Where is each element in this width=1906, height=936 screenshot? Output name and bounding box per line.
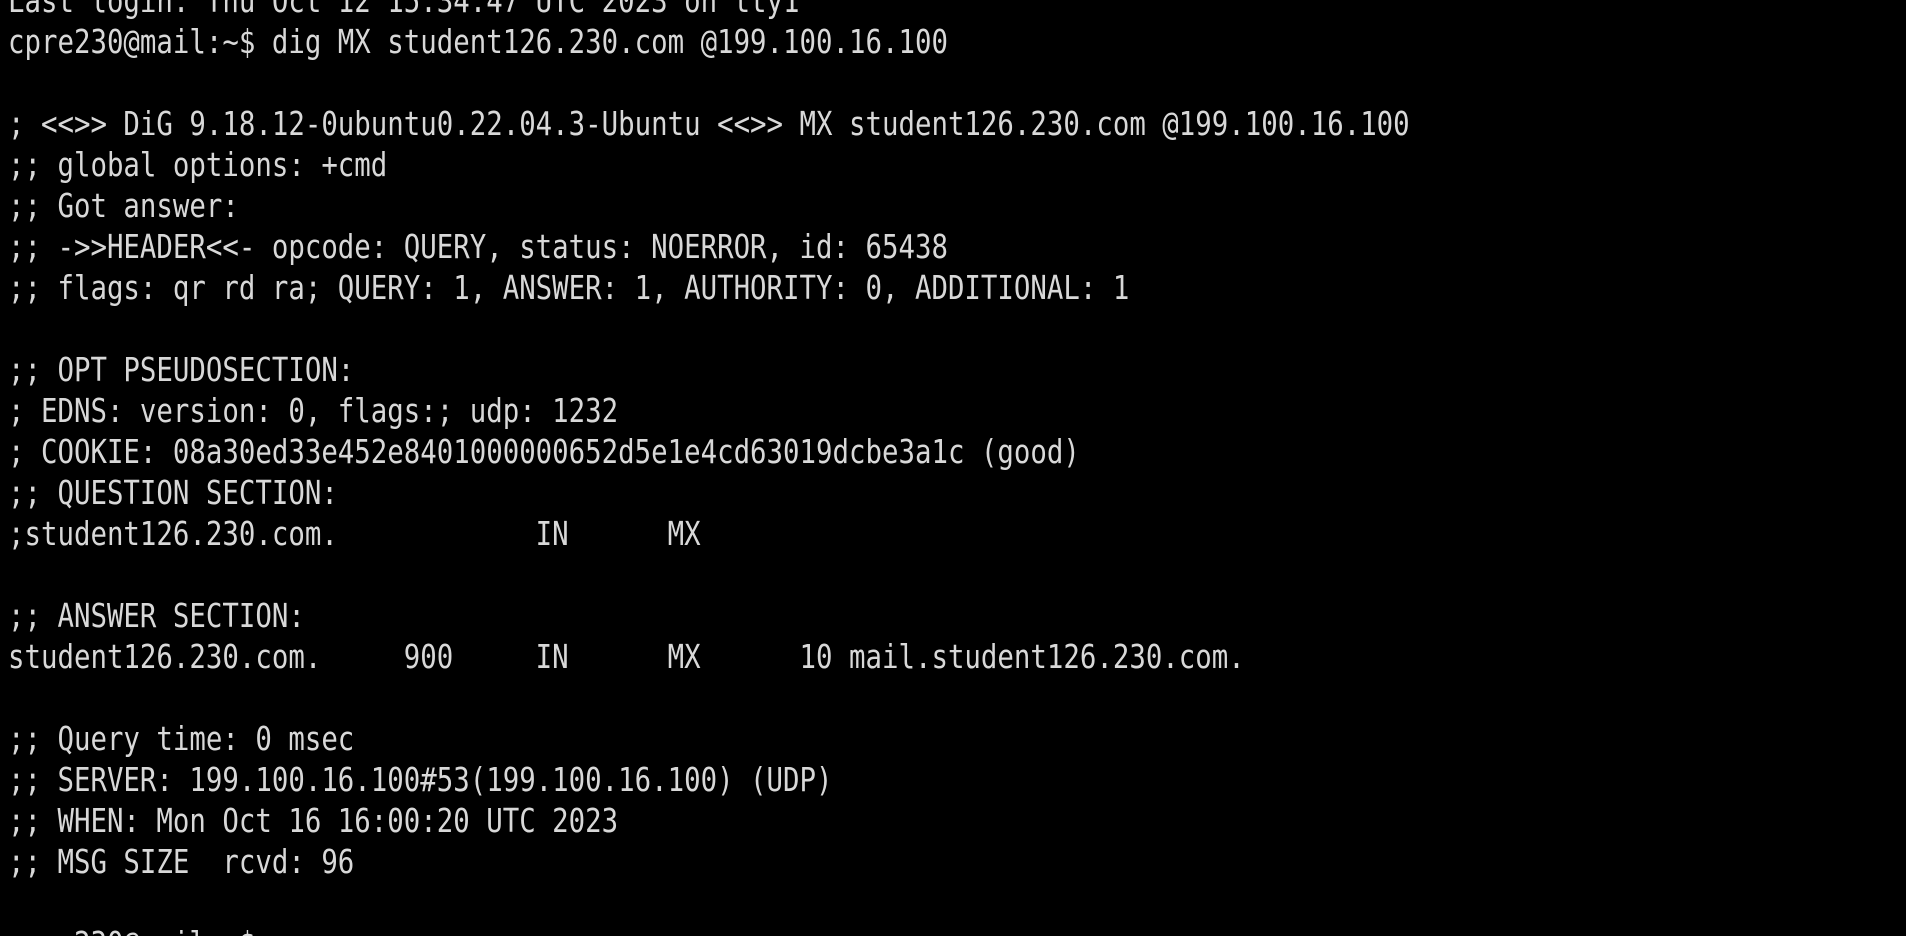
terminal-line: ;; ANSWER SECTION: xyxy=(8,596,305,635)
terminal-line: ;; MSG SIZE rcvd: 96 xyxy=(8,842,355,881)
terminal-line: ;; QUESTION SECTION: xyxy=(8,473,338,512)
terminal-line: ; <<>> DiG 9.18.12-0ubuntu0.22.04.3-Ubun… xyxy=(8,104,1410,143)
terminal-line: ;student126.230.com. IN MX xyxy=(8,514,701,553)
terminal-line: ;; global options: +cmd xyxy=(8,145,388,184)
terminal-line: student126.230.com. 900 IN MX 10 mail.st… xyxy=(8,637,1245,676)
terminal-line: ; COOKIE: 08a30ed33e452e8401000000652d5e… xyxy=(8,432,1080,471)
terminal-line: Last login: Thu Oct 12 15:34:47 UTC 2023… xyxy=(8,0,800,20)
terminal-line: ;; Query time: 0 msec xyxy=(8,719,355,758)
terminal-window[interactable]: Last login: Thu Oct 12 15:34:47 UTC 2023… xyxy=(0,0,1906,936)
terminal-line: ;; WHEN: Mon Oct 16 16:00:20 UTC 2023 xyxy=(8,801,619,840)
terminal-line: ;; Got answer: xyxy=(8,186,239,225)
terminal-line: ; EDNS: version: 0, flags:; udp: 1232 xyxy=(8,391,619,430)
terminal-line: cpre230@mail:~$ xyxy=(8,923,1410,936)
terminal-line: ;; flags: qr rd ra; QUERY: 1, ANSWER: 1,… xyxy=(8,268,1130,307)
terminal-line: cpre230@mail:~$ dig MX student126.230.co… xyxy=(8,22,948,61)
terminal-line: ;; OPT PSEUDOSECTION: xyxy=(8,350,355,389)
terminal-line: ;; ->>HEADER<<- opcode: QUERY, status: N… xyxy=(8,227,948,266)
terminal-output: Last login: Thu Oct 12 15:34:47 UTC 2023… xyxy=(8,0,1697,936)
terminal-line: ;; SERVER: 199.100.16.100#53(199.100.16.… xyxy=(8,760,833,799)
